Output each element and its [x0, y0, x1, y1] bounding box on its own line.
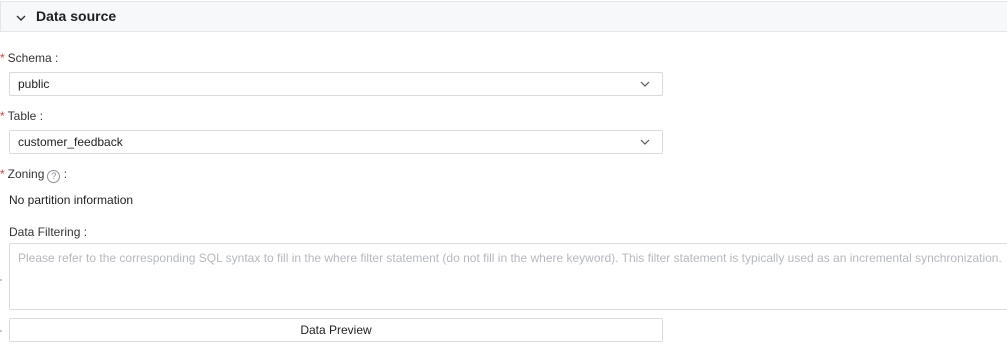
chevron-down-icon: [640, 139, 650, 145]
help-icon[interactable]: ?: [47, 170, 61, 183]
section-header[interactable]: Data source: [0, 1, 1007, 32]
schema-select[interactable]: public: [9, 72, 663, 96]
zoning-info: No partition information: [9, 193, 134, 207]
schema-value: public: [18, 77, 50, 91]
schema-label: * Schema :: [0, 51, 58, 65]
zoning-label-text: Zoning: [7, 167, 45, 181]
filter-placeholder: Please refer to the corresponding SQL sy…: [18, 251, 1002, 265]
filtering-label-text: Data Filtering: [9, 225, 81, 239]
left-edge-mark: [0, 330, 2, 332]
table-label-text: Table: [7, 109, 37, 123]
data-preview-button[interactable]: Data Preview: [9, 318, 663, 342]
zoning-label: * Zoning? :: [0, 167, 67, 183]
table-value: customer_feedback: [18, 135, 123, 149]
filtering-label: Data Filtering :: [9, 225, 87, 239]
chevron-down-icon: [640, 81, 650, 87]
section-title: Data source: [36, 8, 117, 24]
schema-label-text: Schema: [7, 51, 52, 65]
required-mark: *: [0, 167, 5, 181]
schema-colon: :: [55, 51, 59, 65]
required-mark: *: [0, 51, 5, 65]
zoning-colon: :: [63, 167, 68, 181]
filter-textarea[interactable]: Please refer to the corresponding SQL sy…: [9, 243, 1007, 310]
chevron-down-icon[interactable]: [15, 12, 27, 24]
left-edge-mark: [0, 279, 2, 281]
required-mark: *: [0, 109, 5, 123]
table-label: * Table :: [0, 109, 43, 123]
table-colon: :: [39, 109, 44, 123]
table-select[interactable]: customer_feedback: [9, 130, 663, 154]
filtering-colon: :: [83, 225, 88, 239]
